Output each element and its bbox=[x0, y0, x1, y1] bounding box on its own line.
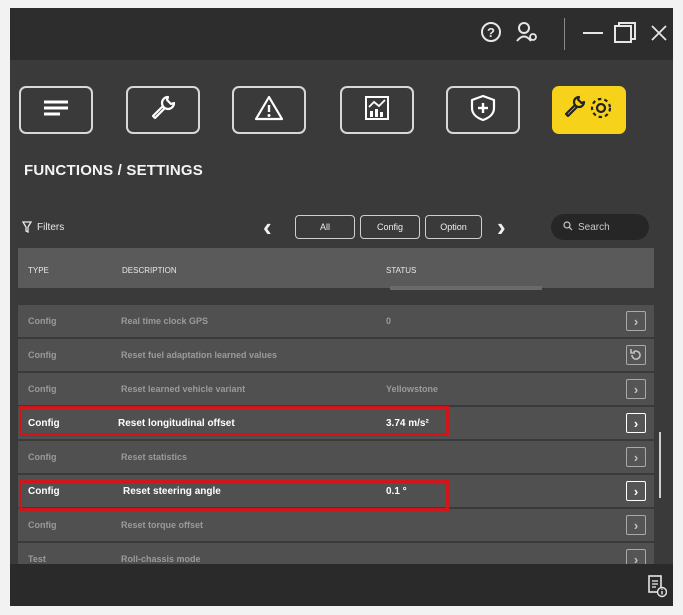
filter-all-button[interactable]: All bbox=[295, 215, 355, 239]
row-type: Config bbox=[28, 350, 57, 360]
chevron-left-icon[interactable]: ‹ bbox=[263, 214, 272, 240]
search-input[interactable]: Search bbox=[551, 214, 649, 240]
help-icon[interactable]: ? bbox=[480, 21, 502, 48]
scrollbar[interactable] bbox=[659, 432, 661, 498]
highlight-box bbox=[19, 406, 449, 436]
page-title: FUNCTIONS / SETTINGS bbox=[24, 162, 204, 179]
report-info-icon[interactable] bbox=[647, 574, 668, 603]
user-settings-icon[interactable] bbox=[515, 21, 539, 48]
column-header-status[interactable]: STATUS bbox=[386, 266, 416, 275]
column-header-type[interactable]: TYPE bbox=[28, 266, 49, 275]
column-header-description[interactable]: DESCRIPTION bbox=[122, 266, 177, 275]
filter-config-button[interactable]: Config bbox=[360, 215, 420, 239]
search-icon bbox=[563, 220, 573, 234]
security-button[interactable] bbox=[446, 86, 520, 134]
charts-button[interactable] bbox=[340, 86, 414, 134]
filter-option-button[interactable]: Option bbox=[425, 215, 482, 239]
chart-icon bbox=[363, 94, 391, 127]
wrench-icon bbox=[148, 93, 178, 128]
filters-label[interactable]: Filters bbox=[37, 222, 64, 233]
table-row[interactable]: Config Reset fuel adaptation learned val… bbox=[18, 339, 654, 372]
chevron-right-icon[interactable]: › bbox=[626, 515, 646, 535]
warnings-button[interactable] bbox=[232, 86, 306, 134]
table-row[interactable]: Config Reset torque offset › bbox=[18, 509, 654, 542]
close-icon[interactable] bbox=[650, 21, 668, 48]
warning-icon bbox=[254, 94, 284, 127]
title-bar: ? bbox=[10, 8, 673, 60]
row-description: Reset torque offset bbox=[121, 520, 204, 530]
svg-text:?: ? bbox=[487, 25, 495, 40]
minimize-icon[interactable] bbox=[582, 21, 604, 48]
titlebar-separator bbox=[564, 18, 565, 50]
table-row[interactable]: Config Real time clock GPS 0 › bbox=[18, 305, 654, 338]
row-description: Reset statistics bbox=[121, 452, 188, 462]
chevron-right-icon[interactable]: › bbox=[626, 311, 646, 331]
highlight-box bbox=[19, 480, 449, 511]
row-status: Yellowstone bbox=[386, 384, 439, 394]
chevron-right-icon[interactable]: › bbox=[497, 214, 506, 240]
footer-bar bbox=[10, 564, 673, 606]
row-type: Config bbox=[28, 316, 57, 326]
chevron-right-icon[interactable]: › bbox=[626, 413, 646, 433]
row-description: Real time clock GPS bbox=[121, 316, 209, 326]
filters-bar: Filters ‹ All Config Option › Search bbox=[10, 208, 673, 248]
row-status: 0 bbox=[386, 316, 392, 326]
wrench-gear-icon bbox=[563, 93, 615, 128]
row-type: Test bbox=[28, 554, 46, 564]
row-description: Reset fuel adaptation learned values bbox=[121, 350, 278, 360]
search-placeholder: Search bbox=[578, 221, 610, 233]
menu-button[interactable] bbox=[19, 86, 93, 134]
chevron-right-icon[interactable]: › bbox=[626, 447, 646, 467]
menu-icon bbox=[42, 97, 70, 124]
functions-settings-button[interactable] bbox=[552, 86, 626, 134]
shield-plus-icon bbox=[470, 94, 496, 127]
row-type: Config bbox=[28, 384, 57, 394]
chevron-right-icon[interactable]: › bbox=[626, 481, 646, 501]
maximize-icon[interactable] bbox=[613, 21, 637, 50]
table-row[interactable]: Config Reset statistics › bbox=[18, 441, 654, 474]
diagnostics-button[interactable] bbox=[126, 86, 200, 134]
filter-icon[interactable] bbox=[21, 220, 33, 238]
reset-icon[interactable] bbox=[626, 345, 646, 365]
row-type: Config bbox=[28, 520, 57, 530]
row-description: Roll-chassis mode bbox=[121, 554, 201, 564]
row-type: Config bbox=[28, 452, 57, 462]
row-description: Reset learned vehicle variant bbox=[121, 384, 246, 394]
table-row[interactable]: Config Reset learned vehicle variant Yel… bbox=[18, 373, 654, 406]
chevron-right-icon[interactable]: › bbox=[626, 379, 646, 399]
table-header: TYPE DESCRIPTION STATUS bbox=[18, 248, 654, 290]
app-window: ? FUNCTIONS / SETTINGS Filters ‹ All Con… bbox=[10, 8, 673, 606]
